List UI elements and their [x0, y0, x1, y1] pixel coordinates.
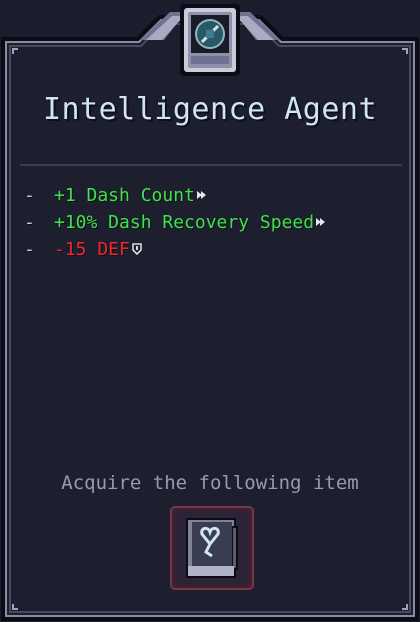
stat-text: +1 Dash Count	[54, 185, 195, 206]
acquire-label: Acquire the following item	[61, 472, 359, 494]
dash-arrow-icon	[316, 217, 326, 226]
synergy-card: Intelligence Agent - +1 Dash Count - +10% …	[0, 0, 420, 622]
stat-text: +10% Dash Recovery Speed	[54, 212, 315, 233]
item-slot[interactable]	[170, 506, 254, 590]
card-title: Intelligence Agent	[42, 92, 378, 127]
divider	[20, 164, 402, 166]
stat-bullet: -	[24, 185, 35, 206]
heart-notebook-icon	[186, 518, 238, 578]
stat-bullet: -	[24, 212, 35, 233]
dash-arrow-icon	[196, 190, 206, 199]
shield-icon	[132, 242, 142, 255]
stat-line: - +1 Dash Count	[24, 182, 327, 209]
compass-emblem-icon	[140, 4, 280, 76]
stat-text: -15 DEF	[54, 239, 130, 260]
stat-bullet: -	[24, 239, 35, 260]
stat-line: - -15 DEF	[24, 236, 327, 263]
stat-list: - +1 Dash Count - +10% Dash Recovery Speed…	[24, 182, 327, 263]
stat-line: - +10% Dash Recovery Speed	[24, 209, 327, 236]
